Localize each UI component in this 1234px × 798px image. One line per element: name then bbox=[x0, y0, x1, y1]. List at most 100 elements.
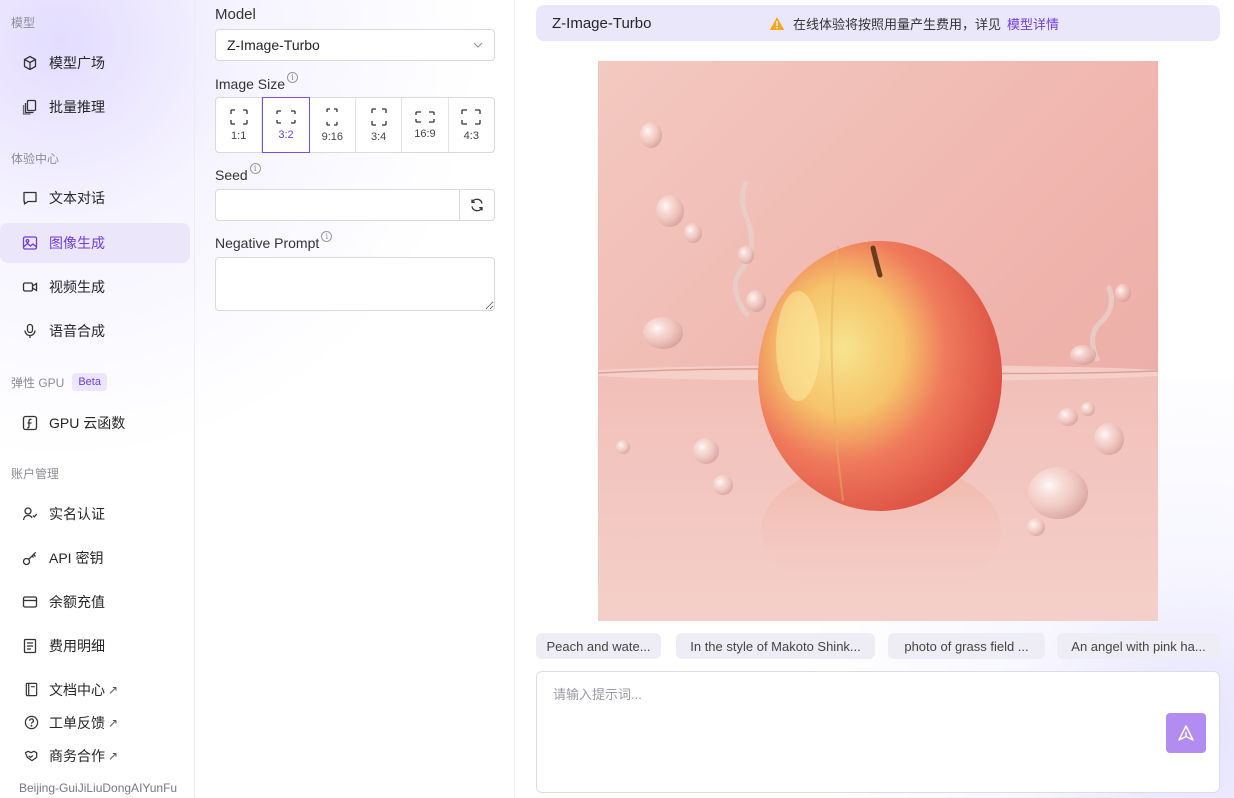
sidebar-link-label: 商务合作 bbox=[49, 748, 105, 764]
chevron-down-icon bbox=[473, 42, 483, 48]
suggestion-chip[interactable]: photo of grass field ... bbox=[888, 633, 1045, 659]
aspect-ratio-icon bbox=[370, 108, 387, 126]
negative-prompt-label-text: Negative Prompt bbox=[215, 235, 320, 251]
refresh-icon bbox=[471, 198, 483, 212]
external-link-icon: ↗ bbox=[108, 749, 119, 763]
suggestion-chip[interactable]: In the style of Makoto Shink... bbox=[676, 633, 875, 659]
microphone-icon bbox=[22, 323, 38, 339]
size-option-label: 9:16 bbox=[321, 131, 344, 143]
image-size-selector: 1:1 3:2 9:16 3:4 16:9 4:3 bbox=[215, 97, 495, 153]
sidebar-item-label: 模型广场 bbox=[49, 55, 105, 71]
sidebar-link-tickets[interactable]: 工单反馈 ↗ bbox=[0, 709, 190, 737]
beta-badge: Beta bbox=[72, 373, 107, 391]
image-size-label-text: Image Size bbox=[215, 76, 286, 92]
sidebar-item-gpu-functions[interactable]: GPU 云函数 bbox=[0, 403, 190, 443]
chat-bubble-icon bbox=[22, 190, 38, 206]
model-name: Z-Image-Turbo bbox=[552, 14, 652, 32]
info-icon: i bbox=[287, 72, 299, 83]
suggestion-chip[interactable]: Peach and wate... bbox=[536, 633, 661, 659]
video-camera-icon bbox=[22, 279, 38, 295]
warning-icon bbox=[769, 16, 785, 31]
size-option-label: 3:4 bbox=[371, 131, 387, 143]
sidebar-item-billing[interactable]: 费用明细 bbox=[0, 626, 190, 666]
sidebar-item-speech-synth[interactable]: 语音合成 bbox=[0, 311, 190, 351]
randomize-seed-button[interactable] bbox=[460, 189, 495, 221]
seed-label-text: Seed bbox=[215, 167, 248, 183]
aspect-ratio-icon bbox=[230, 109, 248, 125]
section-title-models: 模型 bbox=[11, 16, 36, 30]
send-button[interactable] bbox=[1166, 713, 1206, 753]
negative-prompt-input[interactable] bbox=[215, 257, 495, 311]
size-option-16-9[interactable]: 16:9 bbox=[402, 98, 449, 152]
receipt-icon bbox=[22, 638, 38, 654]
sidebar-item-label: 费用明细 bbox=[49, 638, 105, 654]
sidebar-item-api-keys[interactable]: API 密钥 bbox=[0, 538, 190, 578]
aspect-ratio-icon bbox=[276, 110, 296, 124]
size-option-label: 4:3 bbox=[463, 130, 479, 142]
seed-label: Seed i bbox=[215, 163, 261, 183]
model-select[interactable]: Z-Image-Turbo bbox=[215, 29, 495, 61]
sidebar-item-label: API 密钥 bbox=[49, 550, 104, 566]
model-label: Model bbox=[215, 6, 256, 23]
cube-icon bbox=[22, 55, 38, 71]
aspect-ratio-icon bbox=[461, 109, 481, 125]
sidebar-link-label: 文档中心 bbox=[49, 682, 105, 698]
aspect-ratio-icon bbox=[326, 108, 338, 126]
sidebar-item-label: 实名认证 bbox=[49, 506, 105, 522]
prompt-input[interactable] bbox=[537, 672, 1219, 792]
credit-card-icon bbox=[22, 594, 38, 610]
seed-input[interactable] bbox=[215, 189, 460, 221]
size-option-4-3[interactable]: 4:3 bbox=[449, 98, 494, 152]
sidebar-item-label: 语音合成 bbox=[49, 323, 105, 339]
function-icon bbox=[22, 415, 38, 431]
size-option-3-2[interactable]: 3:2 bbox=[262, 97, 310, 153]
sidebar-item-text-chat[interactable]: 文本对话 bbox=[0, 178, 190, 218]
prompt-box bbox=[536, 671, 1220, 793]
billing-notice-text: 在线体验将按照用量产生费用，详见 bbox=[793, 16, 1002, 32]
sidebar-item-image-gen[interactable]: 图像生成 bbox=[0, 223, 190, 263]
negative-prompt-label: Negative Prompt i bbox=[215, 231, 333, 251]
sidebar-item-label: 视频生成 bbox=[49, 279, 105, 295]
help-circle-icon bbox=[24, 715, 40, 731]
sidebar-link-label: 工单反馈 bbox=[49, 715, 105, 731]
key-icon bbox=[22, 550, 38, 566]
suggestion-chip[interactable]: An angel with pink ha... bbox=[1057, 633, 1220, 659]
sidebar-item-label: 图像生成 bbox=[49, 235, 105, 251]
size-option-1-1[interactable]: 1:1 bbox=[216, 98, 263, 152]
generated-image bbox=[598, 61, 1158, 621]
sidebar-item-label: 文本对话 bbox=[49, 190, 105, 206]
user-check-icon bbox=[22, 506, 38, 522]
sidebar-item-real-name[interactable]: 实名认证 bbox=[0, 494, 190, 534]
sidebar-item-batch-inference[interactable]: 批量推理 bbox=[0, 87, 190, 127]
section-title-account: 账户管理 bbox=[11, 467, 60, 481]
external-link-icon: ↗ bbox=[108, 683, 119, 697]
model-details-link[interactable]: 模型详情 bbox=[1007, 14, 1059, 33]
sidebar-link-docs[interactable]: 文档中心 ↗ bbox=[0, 676, 190, 704]
region-label: Beijing-GuiJiLiuDongAIYunFu bbox=[19, 781, 178, 795]
sidebar-item-model-square[interactable]: 模型广场 bbox=[0, 43, 190, 83]
billing-notice: 在线体验将按照用量产生费用，详见 模型详情 bbox=[769, 14, 1059, 33]
size-option-label: 16:9 bbox=[414, 128, 436, 140]
section-title-elastic-gpu: 弹性 GPU Beta bbox=[11, 373, 107, 391]
send-icon bbox=[1178, 725, 1194, 741]
size-option-3-4[interactable]: 3:4 bbox=[356, 98, 403, 152]
size-option-label: 3:2 bbox=[278, 129, 294, 141]
section-title-experience: 体验中心 bbox=[11, 152, 60, 166]
size-option-9-16[interactable]: 9:16 bbox=[310, 98, 356, 152]
aspect-ratio-icon bbox=[415, 111, 435, 123]
sidebar-item-label: 余额充值 bbox=[49, 594, 105, 610]
sidebar-item-recharge[interactable]: 余额充值 bbox=[0, 582, 190, 622]
sidebar: 模型 模型广场 批量推理 体验中心 文本对话 图像生成 视频生成 语音合成 弹性… bbox=[0, 0, 195, 798]
image-size-label: Image Size i bbox=[215, 72, 299, 92]
sidebar-link-business[interactable]: 商务合作 ↗ bbox=[0, 742, 190, 770]
settings-panel: Model Z-Image-Turbo Image Size i 1:1 3:2… bbox=[195, 0, 515, 798]
model-info-bar: Z-Image-Turbo 在线体验将按照用量产生费用，详见 模型详情 bbox=[536, 5, 1220, 41]
sidebar-item-video-gen[interactable]: 视频生成 bbox=[0, 267, 190, 307]
book-icon bbox=[24, 682, 40, 698]
external-link-icon: ↗ bbox=[108, 716, 119, 730]
seed-field bbox=[215, 189, 495, 221]
copy-stack-icon bbox=[22, 99, 38, 115]
sidebar-item-label: GPU 云函数 bbox=[49, 415, 126, 431]
sidebar-item-label: 批量推理 bbox=[49, 99, 105, 115]
section-title-text: 弹性 GPU bbox=[11, 375, 65, 390]
